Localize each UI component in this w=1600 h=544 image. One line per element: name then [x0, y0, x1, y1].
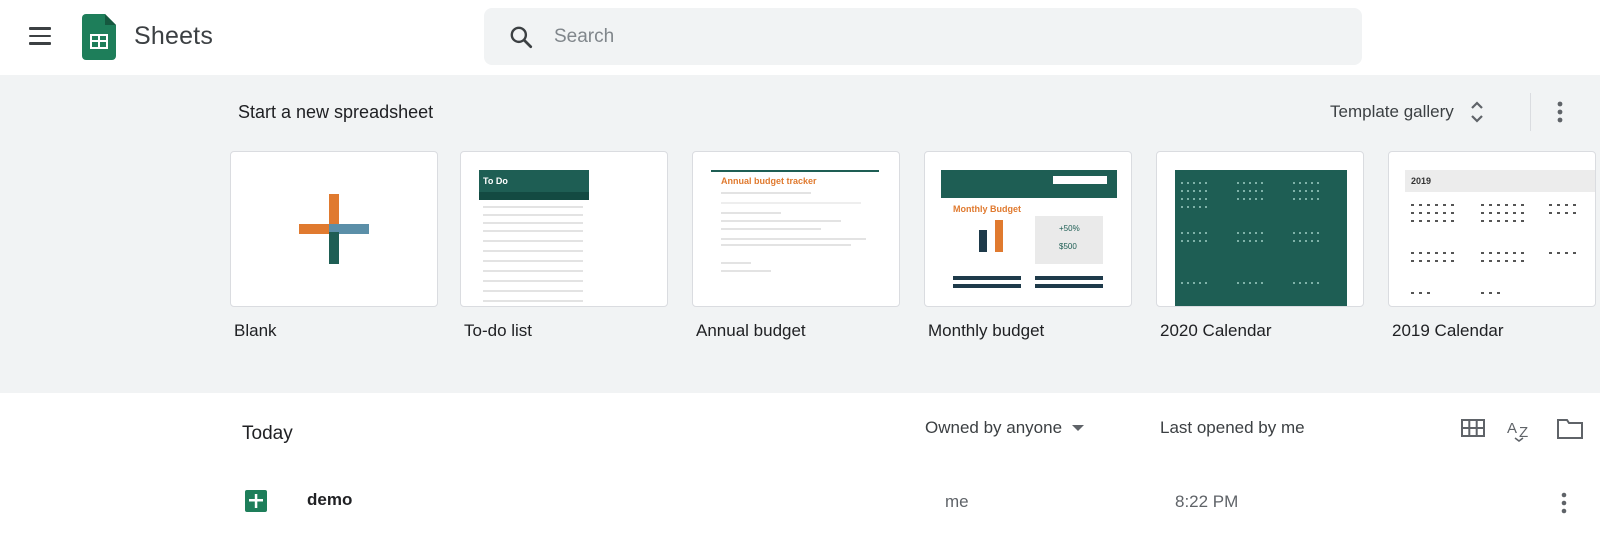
template-thumbnail[interactable]: Annual budget tracker — [692, 151, 900, 307]
thumb-rule — [711, 170, 879, 172]
thumb-value: +50% — [1059, 224, 1080, 233]
thumb-line — [483, 230, 583, 232]
unfold-icon — [1471, 101, 1483, 123]
svg-text:A: A — [1507, 420, 1517, 437]
template-monthly-budget[interactable]: Monthly Budget +50% $500 Monthly budget — [924, 151, 1132, 341]
recent-section-title: Today — [242, 423, 293, 444]
hamburger-menu-icon[interactable] — [22, 22, 58, 50]
thumb-line — [721, 192, 811, 194]
file-row[interactable]: demo me 8:22 PM — [0, 478, 1600, 538]
more-vert-icon[interactable] — [1552, 489, 1576, 517]
thumb-bar — [995, 220, 1003, 252]
section-title: Start a new spreadsheet — [238, 102, 434, 122]
thumb-title: Monthly Budget — [953, 204, 1021, 214]
thumb-bar — [953, 284, 1021, 288]
template-label: Monthly budget — [928, 321, 1045, 340]
thumb-line — [721, 228, 821, 230]
thumb-line — [721, 270, 771, 272]
app-title[interactable]: Sheets — [134, 22, 213, 51]
thumb-line — [483, 206, 583, 208]
thumb-line — [483, 250, 583, 252]
template-thumbnail[interactable] — [1156, 151, 1364, 307]
folder-icon[interactable] — [1555, 413, 1585, 443]
search-bar[interactable] — [484, 8, 1362, 65]
template-section: Start a new spreadsheet Template gallery… — [0, 75, 1600, 393]
thumb-bar — [979, 230, 987, 252]
template-label: 2020 Calendar — [1160, 321, 1272, 340]
template-2020-calendar[interactable]: 2020 Calendar — [1156, 151, 1364, 341]
search-icon[interactable] — [508, 24, 534, 50]
owner-filter-dropdown[interactable]: Owned by anyone — [925, 418, 1085, 438]
file-last-opened: 8:22 PM — [1175, 492, 1239, 511]
thumb-calendar — [1175, 170, 1347, 306]
template-2019-calendar[interactable]: 2019 2019 Calendar — [1388, 151, 1596, 341]
template-label: Blank — [234, 321, 277, 340]
thumb-title: 2019 — [1411, 176, 1432, 186]
thumb-line — [721, 262, 751, 264]
thumb-line — [483, 280, 583, 282]
owner-filter-label: Owned by anyone — [925, 418, 1063, 437]
file-name[interactable]: demo — [307, 490, 352, 510]
thumb-bar — [1035, 284, 1103, 288]
template-gallery-label: Template gallery — [1330, 102, 1454, 121]
thumb-line — [721, 220, 841, 222]
template-thumbnail[interactable] — [230, 151, 438, 307]
thumb-title: Annual budget tracker — [721, 176, 817, 186]
thumb-title: To Do — [483, 176, 508, 186]
plus-icon — [299, 194, 369, 264]
thumb-line — [721, 238, 866, 240]
template-thumbnail[interactable]: To Do — [460, 151, 668, 307]
thumb-line — [483, 300, 583, 302]
grid-view-icon[interactable] — [1458, 413, 1488, 443]
calendar-grid — [1181, 182, 1319, 284]
thumb-line — [483, 240, 583, 242]
app-header: Sheets — [0, 0, 1600, 75]
template-label: Annual budget — [696, 321, 806, 340]
template-todo[interactable]: To Do To-do list — [460, 151, 668, 341]
calendar-grid — [1411, 204, 1576, 294]
dropdown-arrow-icon — [1072, 425, 1085, 431]
template-annual-budget[interactable]: Annual budget tracker Annual budget — [692, 151, 900, 341]
thumb-bar — [1035, 276, 1103, 280]
more-vert-icon[interactable] — [1548, 99, 1572, 125]
sheets-file-icon — [245, 490, 267, 512]
file-owner: me — [945, 492, 969, 511]
template-thumbnail[interactable]: Monthly Budget +50% $500 — [924, 151, 1132, 307]
thumb-line — [483, 270, 583, 272]
thumb-bar — [953, 276, 1021, 280]
template-label: To-do list — [464, 321, 533, 340]
divider — [1530, 93, 1531, 131]
template-thumbnail[interactable]: 2019 — [1388, 151, 1596, 307]
thumb-value: $500 — [1059, 242, 1077, 251]
thumb-line — [721, 244, 851, 246]
template-gallery-button[interactable]: Template gallery — [1330, 95, 1486, 129]
template-label: 2019 Calendar — [1392, 321, 1504, 340]
thumb-line — [721, 212, 781, 214]
thumb-line — [483, 290, 583, 292]
template-blank[interactable]: Blank — [230, 151, 438, 341]
thumb-subheader — [479, 192, 589, 200]
sort-last-opened[interactable]: Last opened by me — [1160, 418, 1305, 438]
thumb-banner — [1405, 170, 1595, 192]
svg-text:Z: Z — [1519, 424, 1528, 441]
thumb-line — [721, 202, 861, 204]
search-input[interactable] — [554, 20, 1334, 54]
thumb-banner — [941, 170, 1117, 198]
sheets-logo-icon[interactable] — [82, 14, 116, 60]
sort-az-icon[interactable]: A Z — [1505, 413, 1535, 443]
thumb-line — [483, 260, 583, 262]
thumb-line — [483, 214, 583, 216]
thumb-line — [483, 222, 583, 224]
thumb-input — [1053, 176, 1107, 184]
